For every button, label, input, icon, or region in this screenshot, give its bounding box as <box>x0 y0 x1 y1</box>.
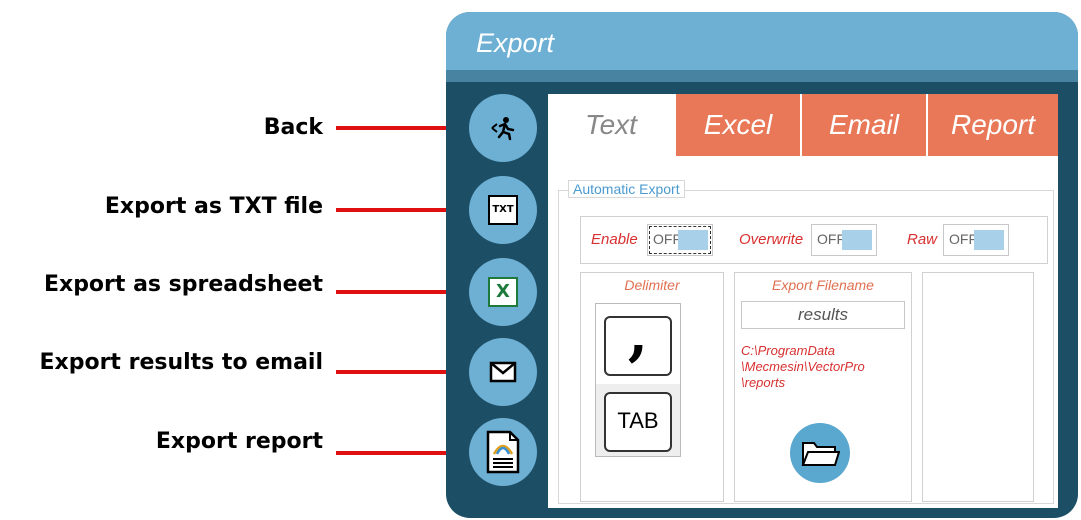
export-email-button[interactable] <box>469 338 537 406</box>
tab-text[interactable]: Text <box>548 94 674 156</box>
export-txt-button[interactable]: TXT <box>469 176 537 244</box>
toggle-row: Enable OFF Overwrite OFF Raw OFF <box>580 216 1048 264</box>
tab-report[interactable]: Report <box>928 94 1058 156</box>
txt-file-icon: TXT <box>488 195 518 225</box>
report-document-icon <box>486 430 520 474</box>
export-path-line: \reports <box>741 375 786 390</box>
txt-label: TXT <box>492 204 514 215</box>
export-content-panel: Text Excel Email Report Automatic Export… <box>548 94 1058 508</box>
filename-input[interactable]: results <box>741 301 905 329</box>
folder-icon <box>801 442 840 466</box>
callout-label: Export as TXT file <box>104 194 323 219</box>
automatic-export-legend: Automatic Export <box>568 180 685 198</box>
back-runner-icon <box>491 117 515 141</box>
enable-label: Enable <box>591 231 638 248</box>
window-title: Export <box>476 28 555 58</box>
empty-panel <box>922 272 1034 502</box>
enable-toggle-state: OFF <box>653 231 681 247</box>
toggle-knob <box>842 230 872 250</box>
export-window: Export TXT X Text Excel Email Report Aut… <box>446 12 1078 518</box>
export-path-line: \Mecmesin\VectorPro <box>741 359 865 374</box>
tab-email[interactable]: Email <box>802 94 926 156</box>
browse-folder-button[interactable] <box>790 423 850 483</box>
overwrite-toggle-state: OFF <box>817 231 845 247</box>
callout-label: Export report <box>155 429 323 454</box>
delimiter-title: Delimiter <box>624 277 680 293</box>
overwrite-label: Overwrite <box>739 231 804 248</box>
export-filename-panel: Export Filename results C:\ProgramData \… <box>734 272 912 502</box>
export-spreadsheet-button[interactable]: X <box>469 258 537 326</box>
excel-icon: X <box>488 277 518 307</box>
export-path: C:\ProgramData \Mecmesin\VectorPro \repo… <box>741 343 865 391</box>
export-path-line: C:\ProgramData <box>741 343 835 358</box>
toggle-knob <box>678 230 708 250</box>
comma-glyph: , <box>627 300 649 368</box>
raw-label: Raw <box>907 231 938 248</box>
enable-toggle[interactable]: OFF <box>647 224 713 256</box>
delimiter-panel: Delimiter , TAB <box>580 272 724 502</box>
raw-toggle[interactable]: OFF <box>943 224 1009 256</box>
toggle-knob <box>974 230 1004 250</box>
export-filename-title: Export Filename <box>772 277 874 293</box>
tab-excel[interactable]: Excel <box>676 94 800 156</box>
back-button[interactable] <box>469 94 537 162</box>
callout-label: Export results to email <box>39 350 323 375</box>
email-envelope-icon <box>489 361 517 383</box>
export-report-button[interactable] <box>469 418 537 486</box>
delimiter-options: , TAB <box>595 303 681 457</box>
raw-toggle-state: OFF <box>949 231 977 247</box>
excel-label: X <box>496 281 510 302</box>
title-bar-strip <box>446 70 1078 82</box>
tab-delimiter-label: TAB <box>617 408 659 433</box>
overwrite-toggle[interactable]: OFF <box>811 224 877 256</box>
title-bar: Export <box>446 12 1078 70</box>
comma-delimiter-button[interactable]: , <box>604 304 672 376</box>
tab-delimiter-button[interactable]: TAB <box>604 392 672 452</box>
callout-label: Export as spreadsheet <box>43 272 323 297</box>
callout-label: Back <box>263 115 323 140</box>
